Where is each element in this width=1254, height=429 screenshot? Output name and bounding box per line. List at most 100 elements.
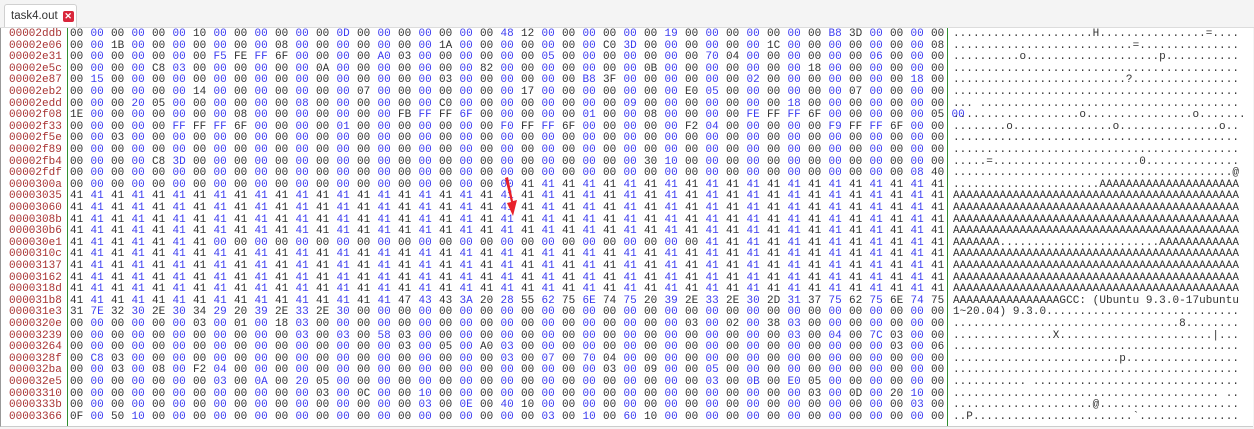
hex-byte[interactable]: 00 — [275, 28, 288, 41]
hex-byte[interactable]: 00 — [132, 86, 145, 99]
hex-byte[interactable]: 41 — [685, 202, 698, 215]
hex-byte[interactable]: 00 — [316, 86, 329, 99]
hex-byte[interactable]: 00 — [870, 376, 883, 389]
hex-byte[interactable]: 41 — [911, 260, 924, 273]
hex-byte[interactable]: 05 — [808, 376, 821, 389]
hex-byte[interactable]: 00 — [583, 318, 596, 331]
hex-byte[interactable]: 41 — [214, 202, 227, 215]
hex-byte[interactable]: 41 — [296, 260, 309, 273]
hex-byte[interactable]: 00 — [193, 411, 206, 424]
ascii-text[interactable]: ..P........................`............… — [953, 411, 1239, 424]
hex-byte[interactable]: 00 — [398, 376, 411, 389]
hex-byte[interactable]: 00 — [275, 376, 288, 389]
hex-byte[interactable]: 00 — [870, 144, 883, 157]
hex-byte[interactable]: 00 — [275, 144, 288, 157]
hex-byte[interactable]: 00 — [234, 28, 247, 41]
hex-byte[interactable]: 00 — [480, 28, 493, 41]
hex-byte[interactable]: 41 — [419, 202, 432, 215]
hex-byte[interactable]: 00 — [480, 411, 493, 424]
hex-byte[interactable]: 00 — [665, 318, 678, 331]
hex-byte[interactable]: 00 — [214, 28, 227, 41]
hex-byte[interactable]: 00 — [152, 86, 165, 99]
hex-byte[interactable]: 00 — [234, 376, 247, 389]
hex-byte[interactable]: 19 — [665, 28, 678, 41]
hex-byte[interactable]: 00 — [337, 318, 350, 331]
hex-byte[interactable]: 00 — [419, 376, 432, 389]
hex-byte[interactable]: 41 — [460, 202, 473, 215]
hex-byte[interactable]: 00 — [296, 144, 309, 157]
hex-byte[interactable]: 00 — [603, 376, 616, 389]
hex-byte[interactable]: 01 — [234, 318, 247, 331]
hex-byte[interactable]: 00 — [132, 28, 145, 41]
hex-byte[interactable]: 00 — [480, 376, 493, 389]
hex-byte[interactable]: 00 — [542, 376, 555, 389]
hex-byte[interactable]: 00 — [644, 376, 657, 389]
hex-byte[interactable]: 00 — [542, 144, 555, 157]
hex-byte[interactable]: 41 — [603, 202, 616, 215]
hex-byte[interactable]: 00 — [583, 28, 596, 41]
ascii-text[interactable]: .....................H................=.… — [953, 28, 1239, 41]
hex-byte[interactable]: 00 — [890, 318, 903, 331]
hex-byte[interactable]: 41 — [378, 260, 391, 273]
hex-byte[interactable]: 00 — [747, 28, 760, 41]
hex-byte[interactable]: 41 — [521, 260, 534, 273]
hex-byte[interactable]: 41 — [337, 202, 350, 215]
hex-byte[interactable]: 41 — [316, 260, 329, 273]
hex-byte[interactable]: 00 — [747, 411, 760, 424]
hex-byte[interactable]: 00 — [255, 411, 268, 424]
hex-byte[interactable]: 41 — [890, 260, 903, 273]
hex-byte[interactable]: 41 — [439, 260, 452, 273]
hex-byte[interactable]: 41 — [767, 202, 780, 215]
hex-byte[interactable]: 00 — [501, 144, 514, 157]
hex-byte[interactable]: 00 — [583, 376, 596, 389]
hex-byte[interactable]: 00 — [234, 411, 247, 424]
hex-byte[interactable]: 00 — [767, 411, 780, 424]
hex-byte[interactable]: 41 — [398, 202, 411, 215]
hex-byte[interactable]: 00 — [398, 318, 411, 331]
hex-byte[interactable]: 41 — [624, 202, 637, 215]
hex-byte[interactable]: 41 — [111, 202, 124, 215]
ascii-text[interactable]: ........... ............................… — [953, 376, 1239, 389]
hex-byte[interactable]: 41 — [542, 260, 555, 273]
hex-byte[interactable]: 05 — [316, 376, 329, 389]
hex-byte[interactable]: 00 — [685, 376, 698, 389]
hex-byte[interactable]: 00 — [501, 411, 514, 424]
hex-byte[interactable]: 00 — [337, 144, 350, 157]
hex-byte[interactable]: 00 — [706, 411, 719, 424]
hex-byte[interactable]: 00 — [644, 86, 657, 99]
hex-byte[interactable]: 00 — [870, 86, 883, 99]
hex-byte[interactable]: 0D — [337, 28, 350, 41]
hex-byte[interactable]: 00 — [439, 28, 452, 41]
hex-byte[interactable]: 00 — [624, 318, 637, 331]
hex-byte[interactable]: 00 — [214, 318, 227, 331]
hex-byte[interactable]: 00 — [644, 28, 657, 41]
hex-byte[interactable]: 00 — [91, 376, 104, 389]
hex-byte[interactable]: 41 — [91, 202, 104, 215]
hex-byte[interactable]: 41 — [132, 202, 145, 215]
hex-byte[interactable]: 00 — [193, 144, 206, 157]
hex-byte[interactable]: 00 — [603, 318, 616, 331]
hex-byte[interactable]: 00 — [378, 144, 391, 157]
hex-byte[interactable]: 00 — [152, 28, 165, 41]
hex-byte[interactable]: 00 — [890, 28, 903, 41]
hex-byte[interactable]: 00 — [706, 318, 719, 331]
hex-byte[interactable]: 00 — [460, 86, 473, 99]
ascii-text[interactable]: ..................................8.....… — [953, 318, 1239, 331]
hex-byte[interactable]: 12 — [521, 28, 534, 41]
hex-byte[interactable]: 00 — [788, 411, 801, 424]
hex-byte[interactable]: 41 — [788, 260, 801, 273]
hex-byte[interactable]: 00 — [480, 86, 493, 99]
hex-byte[interactable]: 0F — [70, 411, 83, 424]
hex-byte[interactable]: 00 — [583, 86, 596, 99]
hex-byte[interactable]: 00 — [173, 144, 186, 157]
hex-byte[interactable]: 41 — [624, 260, 637, 273]
hex-byte[interactable]: 00 — [70, 144, 83, 157]
hex-byte[interactable]: 00 — [788, 28, 801, 41]
hex-byte[interactable]: 03 — [685, 318, 698, 331]
hex-byte[interactable]: 41 — [480, 202, 493, 215]
hex-byte[interactable]: 00 — [808, 411, 821, 424]
hex-byte[interactable]: 10 — [583, 411, 596, 424]
hex-byte[interactable]: 41 — [706, 202, 719, 215]
hex-byte[interactable]: 00 — [255, 144, 268, 157]
ascii-text[interactable]: ........................................… — [953, 144, 1239, 157]
